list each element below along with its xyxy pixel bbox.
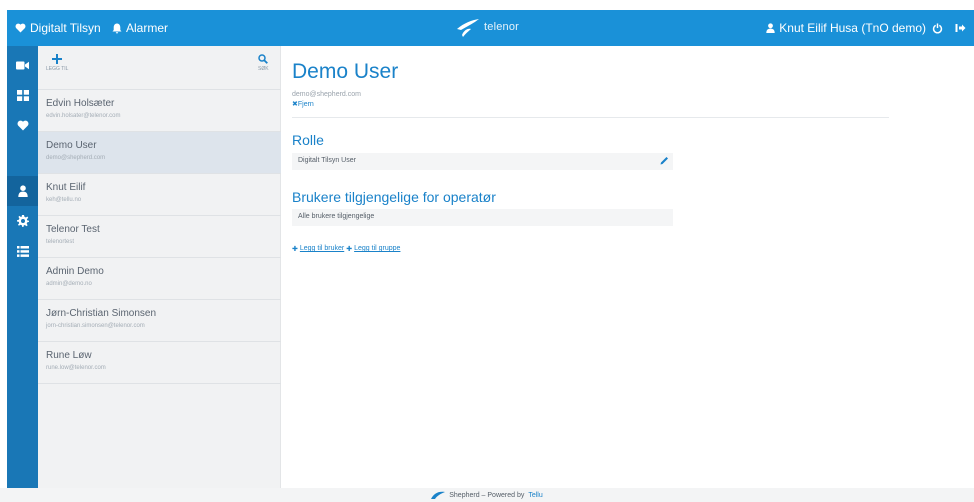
nav-alarms-label: Alarmer bbox=[126, 21, 169, 35]
page-title: Demo User bbox=[292, 60, 399, 83]
user-list-item[interactable]: Edvin Holsæter edvin.holsater@telenor.co… bbox=[38, 90, 281, 132]
plus-icon bbox=[52, 54, 63, 64]
telenor-logo: telenor bbox=[455, 15, 519, 39]
search-button[interactable]: SØK bbox=[258, 54, 269, 72]
power-button[interactable] bbox=[930, 21, 944, 35]
user-icon bbox=[17, 185, 28, 197]
access-actions: ✚ Legg til bruker ✚ Legg til gruppe bbox=[292, 245, 400, 253]
role-field: Digitalt Tilsyn User bbox=[292, 153, 673, 170]
user-list-item-email: telenortest bbox=[46, 239, 75, 245]
user-list-item-email: admin@demo.no bbox=[46, 281, 92, 287]
nav-alarms[interactable]: Alarmer bbox=[112, 10, 168, 46]
plus-icon: ✚ bbox=[346, 246, 353, 253]
nav-digital-tilsyn[interactable]: Digitalt Tilsyn bbox=[15, 10, 101, 46]
user-list-item-email: jorn-christian.simonsen@telenor.com bbox=[46, 323, 145, 329]
top-bar: Digitalt Tilsyn Alarmer telenor Knut Eil… bbox=[7, 10, 974, 46]
rail-item-list[interactable] bbox=[7, 236, 38, 266]
icon-rail bbox=[7, 46, 38, 488]
user-list-item-email: demo@shepherd.com bbox=[46, 155, 106, 161]
role-heading: Rolle bbox=[292, 132, 324, 148]
user-email: demo@shepherd.com bbox=[292, 91, 361, 98]
add-user-label: LEGG TIL bbox=[46, 66, 69, 72]
bell-icon bbox=[112, 23, 122, 33]
access-value: Alle brukere tilgjengelige bbox=[298, 213, 375, 220]
add-user-button[interactable]: LEGG TIL bbox=[46, 54, 68, 72]
user-list-item-email: edvin.holsater@telenor.com bbox=[46, 113, 121, 119]
divider bbox=[292, 117, 889, 118]
rail-item-health[interactable] bbox=[7, 110, 38, 140]
app-window: Digitalt Tilsyn Alarmer telenor Knut Eil… bbox=[7, 10, 974, 488]
user-list-item-name: Admin Demo bbox=[46, 266, 104, 277]
shepherd-logo-icon bbox=[431, 491, 446, 499]
edit-role-button[interactable] bbox=[660, 156, 669, 167]
telenor-propeller-icon bbox=[457, 19, 479, 37]
user-list-item[interactable]: Jørn-Christian Simonsen jorn-christian.s… bbox=[38, 300, 281, 342]
user-name: Knut Eilif Husa (TnO demo) bbox=[779, 21, 926, 35]
user-list-item-name: Rune Løw bbox=[46, 350, 92, 361]
sign-out-icon bbox=[955, 24, 965, 32]
heart-icon bbox=[17, 120, 28, 130]
search-icon bbox=[258, 54, 269, 64]
tellu-link[interactable]: Tellu bbox=[528, 492, 542, 499]
rail-item-users[interactable] bbox=[7, 176, 38, 206]
role-value: Digitalt Tilsyn User bbox=[298, 157, 356, 164]
user-list-item-name: Edvin Holsæter bbox=[46, 98, 115, 109]
pencil-icon bbox=[660, 157, 668, 165]
list-icon bbox=[16, 245, 29, 257]
remove-user-label: Fjern bbox=[297, 101, 314, 108]
user-list-item[interactable]: Telenor Test telenortest bbox=[38, 216, 281, 258]
search-label: SØK bbox=[258, 66, 269, 72]
rail-item-video[interactable] bbox=[7, 50, 38, 80]
user-list-item-name: Jørn-Christian Simonsen bbox=[46, 308, 157, 319]
user-list-panel: LEGG TIL SØK Edvin Holsæter edvin.holsat… bbox=[38, 46, 281, 488]
plus-icon: ✚ bbox=[292, 246, 298, 253]
nav-digital-tilsyn-label: Digitalt Tilsyn bbox=[30, 21, 101, 35]
user-list-item[interactable]: Knut Eilif keh@tellu.no bbox=[38, 174, 281, 216]
user-list-item-email: rune.low@telenor.com bbox=[46, 365, 106, 371]
cog-icon bbox=[16, 215, 29, 227]
user-list-item[interactable]: Admin Demo admin@demo.no bbox=[38, 258, 281, 300]
dashboard-icon bbox=[16, 89, 29, 101]
user-list-item-selected[interactable]: Demo User demo@shepherd.com bbox=[38, 132, 281, 174]
remove-user-button[interactable]: ✖Fjern bbox=[292, 100, 314, 108]
video-icon bbox=[16, 61, 29, 69]
logout-button[interactable] bbox=[953, 21, 967, 35]
user-list-item-email: keh@tellu.no bbox=[46, 197, 82, 203]
user-list-item-name: Telenor Test bbox=[46, 224, 100, 235]
user-list-item[interactable]: Rune Løw rune.low@telenor.com bbox=[38, 342, 281, 384]
power-icon bbox=[932, 22, 942, 33]
rail-item-settings[interactable] bbox=[7, 206, 38, 236]
user-icon bbox=[766, 23, 775, 33]
user-list-item-name: Knut Eilif bbox=[46, 182, 86, 193]
user-list-item-name: Demo User bbox=[46, 140, 97, 151]
footer-text: Shepherd – Powered by bbox=[449, 491, 525, 499]
brand-name: telenor bbox=[484, 21, 520, 33]
access-heading: Brukere tilgjengelige for operatør bbox=[292, 189, 496, 205]
footer: Shepherd – Powered by Tellu bbox=[0, 488, 974, 502]
add-user-link[interactable]: Legg til bruker bbox=[300, 245, 344, 253]
user-detail-panel: Demo User demo@shepherd.com ✖Fjern Rolle… bbox=[281, 46, 974, 488]
user-list-header: LEGG TIL SØK bbox=[38, 46, 281, 90]
heart-pulse-icon bbox=[15, 23, 26, 33]
add-group-link[interactable]: Legg til gruppe bbox=[354, 245, 400, 253]
rail-item-dashboard[interactable] bbox=[7, 80, 38, 110]
user-menu[interactable]: Knut Eilif Husa (TnO demo) bbox=[766, 10, 926, 46]
access-field: Alle brukere tilgjengelige bbox=[292, 209, 673, 226]
